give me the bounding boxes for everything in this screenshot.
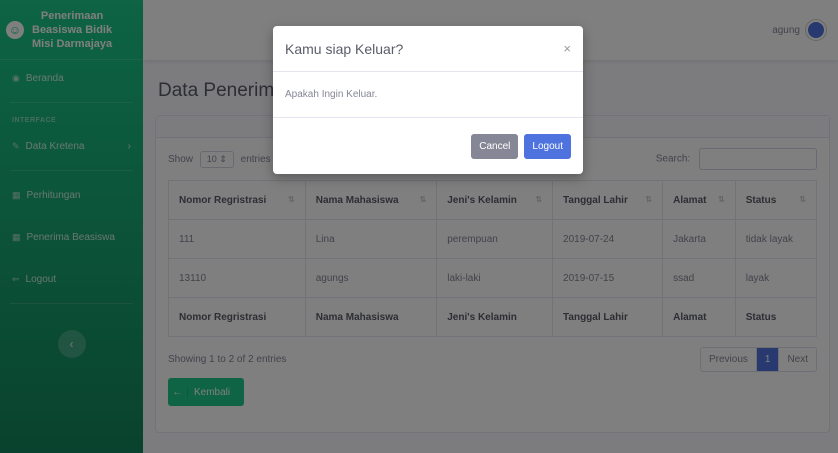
logout-button[interactable]: Logout <box>524 133 571 159</box>
modal-header: Kamu siap Keluar? × <box>273 26 583 72</box>
close-icon[interactable]: × <box>563 41 571 56</box>
logout-modal: Kamu siap Keluar? × Apakah Ingin Keluar.… <box>273 26 583 174</box>
modal-footer: Cancel Logout <box>273 118 583 174</box>
cancel-button[interactable]: Cancel <box>471 133 519 159</box>
modal-body: Apakah Ingin Keluar. <box>273 72 583 118</box>
modal-title: Kamu siap Keluar? <box>285 40 404 57</box>
